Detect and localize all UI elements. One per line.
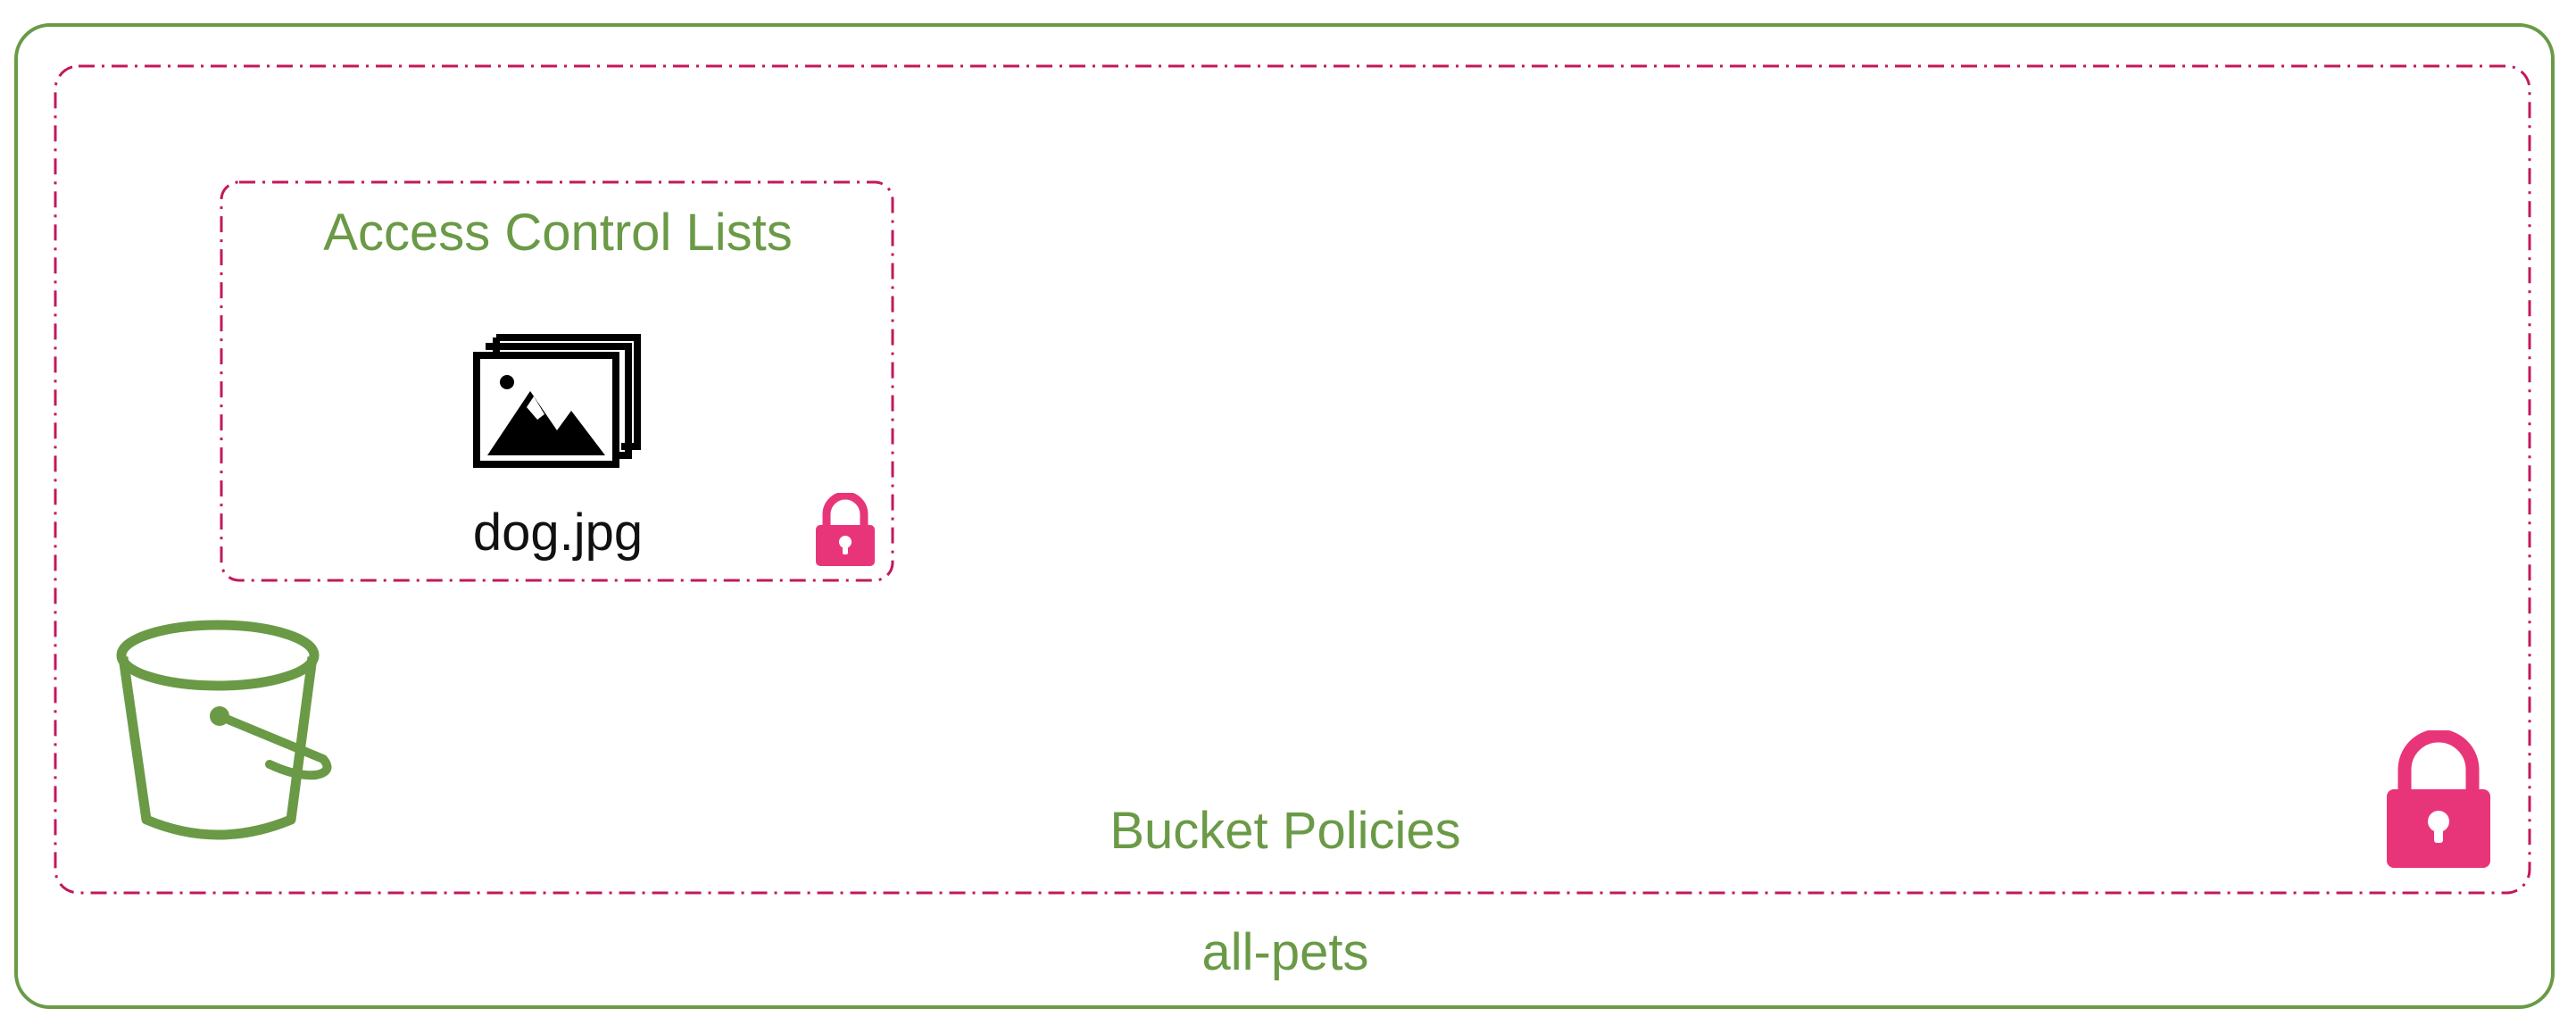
images-icon[interactable] <box>473 334 641 468</box>
bucket-policies-label: Bucket Policies <box>1109 802 1461 860</box>
object-filename[interactable]: dog.jpg <box>428 507 687 559</box>
bucket-name-label: all-pets <box>1201 923 1369 981</box>
lock-icon <box>2387 730 2490 868</box>
access-control-lists-label: Access Control Lists <box>323 204 793 262</box>
bucket-icon[interactable] <box>112 620 339 845</box>
lock-icon <box>816 493 875 566</box>
